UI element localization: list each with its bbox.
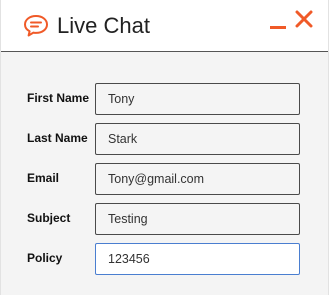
policy-label: Policy bbox=[27, 251, 63, 265]
policy-field[interactable] bbox=[95, 243, 300, 275]
last-name-row: Last Name bbox=[1, 123, 328, 155]
first-name-label: First Name bbox=[27, 91, 90, 105]
email-label: Email bbox=[27, 171, 60, 185]
last-name-field[interactable] bbox=[95, 123, 300, 155]
subject-field[interactable] bbox=[95, 203, 300, 235]
subject-label: Subject bbox=[27, 211, 71, 225]
close-icon[interactable] bbox=[295, 10, 313, 28]
first-name-field[interactable] bbox=[95, 83, 300, 115]
email-field[interactable] bbox=[95, 163, 300, 195]
chat-title: Live Chat bbox=[57, 13, 150, 38]
chat-header: Live Chat bbox=[1, 0, 328, 52]
chat-bubble-icon bbox=[23, 14, 49, 38]
live-chat-widget: Live Chat First Name Last Name Email Sub… bbox=[0, 0, 329, 295]
subject-row: Subject bbox=[1, 203, 328, 235]
policy-row: Policy bbox=[1, 243, 328, 275]
last-name-label: Last Name bbox=[27, 131, 88, 145]
first-name-row: First Name bbox=[1, 83, 328, 115]
minimize-icon[interactable] bbox=[270, 22, 286, 34]
email-row: Email bbox=[1, 163, 328, 195]
